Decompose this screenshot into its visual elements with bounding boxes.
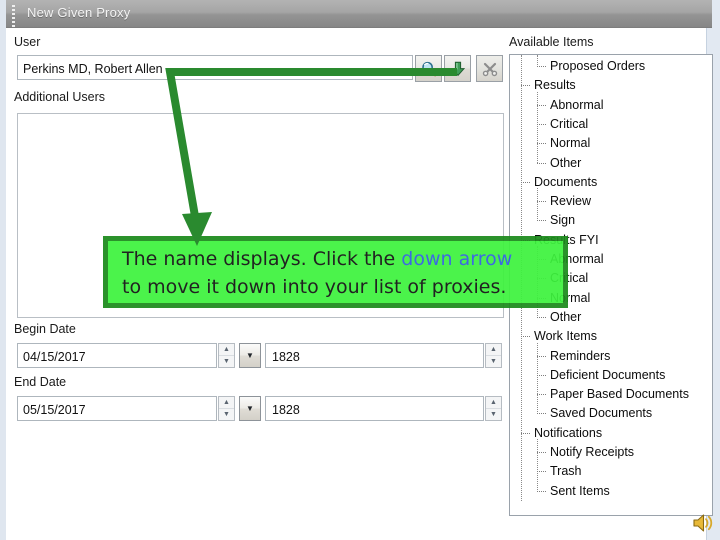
tree-item-label: Sign — [550, 213, 576, 228]
window-title: New Given Proxy — [27, 5, 131, 20]
tree-item-label: Review — [550, 194, 591, 209]
spinner-up-icon[interactable]: ▲ — [486, 397, 501, 409]
begin-time-spinner[interactable]: ▲ ▼ — [485, 343, 502, 368]
user-input[interactable] — [17, 55, 413, 80]
spinner-up-icon[interactable]: ▲ — [486, 344, 501, 356]
end-date-calendar-dropdown[interactable]: ▼ — [239, 396, 261, 421]
tree-item-label: Results — [534, 78, 576, 93]
user-label: User — [14, 35, 41, 49]
tree-item-label: Proposed Orders — [550, 59, 646, 73]
tree-branch-line — [537, 439, 538, 492]
tree-item-label: Other — [550, 309, 582, 324]
spinner-down-icon[interactable]: ▼ — [486, 409, 501, 420]
begin-date-row: ▲ ▼ ▼ ▲ ▼ — [17, 343, 504, 368]
tree-item-label: Other — [550, 155, 582, 170]
tree-item-label: Sent Items — [550, 483, 610, 498]
tree-item-label: Notify Receipts — [550, 445, 635, 459]
spinner-up-icon[interactable]: ▲ — [219, 397, 234, 409]
tree-item-label: Work Items — [534, 329, 597, 344]
magnifier-icon — [421, 61, 436, 76]
begin-date-input[interactable] — [17, 343, 217, 368]
search-button[interactable] — [415, 55, 442, 82]
tree-item-label: Abnormal — [550, 97, 604, 112]
down-arrow-icon — [450, 61, 465, 76]
end-date-spinner[interactable]: ▲ ▼ — [218, 396, 235, 421]
tree-item-label: Documents — [534, 174, 598, 189]
begin-time-input[interactable] — [265, 343, 484, 368]
tree-item-label: Notifications — [534, 425, 603, 440]
end-time-spinner[interactable]: ▲ ▼ — [485, 396, 502, 421]
title-bar: New Given Proxy — [6, 0, 712, 28]
tree-item-label: Normal — [550, 136, 591, 151]
tools-button[interactable] — [476, 55, 503, 82]
spinner-down-icon[interactable]: ▼ — [219, 409, 234, 420]
end-date-input[interactable] — [17, 396, 217, 421]
tree-item-label: Trash — [550, 464, 582, 479]
drag-grip-icon[interactable] — [12, 5, 17, 27]
callout-line-1: The name displays. Click the down arrow — [122, 245, 563, 273]
tree-branch-line — [537, 188, 538, 222]
callout-highlight: down arrow — [401, 248, 513, 270]
spinner-up-icon[interactable]: ▲ — [219, 344, 234, 356]
available-items-label: Available Items — [509, 35, 594, 49]
end-time-input[interactable] — [265, 396, 484, 421]
chevron-down-icon: ▼ — [246, 404, 254, 413]
tree-item-label: Paper Based Documents — [550, 387, 689, 402]
speaker-icon-glyph — [693, 514, 713, 532]
additional-users-label: Additional Users — [14, 90, 106, 104]
instruction-callout: The name displays. Click the down arrow … — [103, 236, 568, 308]
tree-item-label: Reminders — [550, 348, 611, 363]
tree-branch-line — [537, 91, 538, 164]
end-date-label: End Date — [14, 375, 67, 389]
tree-item-label: Deficient Documents — [550, 367, 666, 382]
tree-branch-line — [537, 342, 538, 415]
callout-line-1-text: The name displays. Click the — [122, 248, 402, 270]
tools-x-icon — [482, 62, 497, 76]
chevron-down-icon: ▼ — [246, 351, 254, 360]
spinner-down-icon[interactable]: ▼ — [219, 356, 234, 367]
begin-date-label: Begin Date — [14, 322, 76, 336]
application-window: New Given Proxy User Additional Users Be… — [0, 0, 720, 540]
end-date-row: ▲ ▼ ▼ ▲ ▼ — [17, 396, 504, 421]
begin-date-calendar-dropdown[interactable]: ▼ — [239, 343, 261, 368]
window-left-edge — [0, 0, 6, 540]
speaker-audio-icon[interactable] — [692, 512, 716, 534]
tree-item-label: Saved Documents — [550, 406, 653, 421]
spinner-down-icon[interactable]: ▼ — [486, 356, 501, 367]
tree-item-label: Critical — [550, 116, 589, 131]
callout-line-2: to move it down into your list of proxie… — [122, 276, 507, 298]
begin-date-spinner[interactable]: ▲ ▼ — [218, 343, 235, 368]
move-down-button[interactable] — [444, 55, 471, 82]
